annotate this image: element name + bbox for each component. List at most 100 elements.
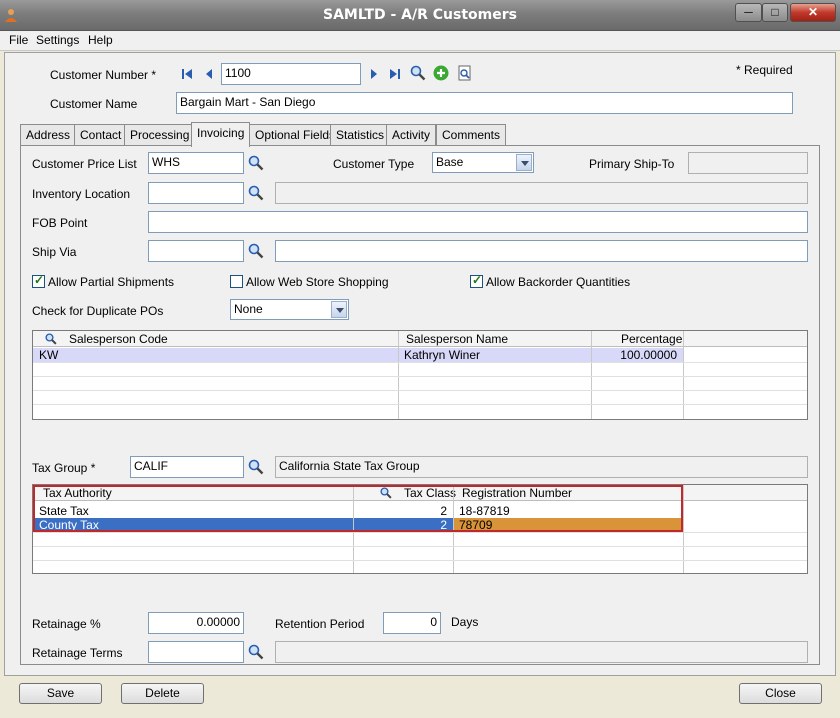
grid-rule xyxy=(33,532,807,533)
menu-file[interactable]: File xyxy=(9,33,28,47)
maximize-button[interactable]: □ xyxy=(762,3,788,22)
retainage-terms-label: Retainage Terms xyxy=(32,646,123,660)
ship-via-label: Ship Via xyxy=(32,245,77,259)
focus-outline xyxy=(33,485,683,532)
allow-partial-label: Allow Partial Shipments xyxy=(48,275,175,289)
menu-bar: File Settings Help xyxy=(0,31,840,51)
retainage-percent-label: Retainage % xyxy=(32,617,101,631)
duplicate-po-label: Check for Duplicate POs xyxy=(32,304,164,318)
tab-address[interactable]: Address xyxy=(20,124,77,146)
price-list-input[interactable]: WHS xyxy=(148,152,244,174)
retainage-terms-finder-icon[interactable] xyxy=(248,644,264,660)
salesperson-grid[interactable]: Salesperson Code Salesperson Name Percen… xyxy=(32,330,808,420)
grid-rule xyxy=(33,546,807,547)
fob-point-input[interactable] xyxy=(148,211,808,233)
customer-number-input[interactable]: 1100 xyxy=(221,63,361,85)
check-icon: ✓ xyxy=(472,273,483,287)
primary-ship-to-field xyxy=(688,152,808,174)
tab-comments[interactable]: Comments xyxy=(436,124,507,146)
previous-record-icon[interactable] xyxy=(203,68,215,80)
minimize-button[interactable]: ─ xyxy=(735,3,762,22)
next-record-icon[interactable] xyxy=(368,68,380,80)
row-highlight xyxy=(33,348,683,362)
customer-name-input[interactable]: Bargain Mart - San Diego xyxy=(176,92,793,114)
allow-backorder-label: Allow Backorder Quantities xyxy=(486,275,631,289)
delete-button[interactable]: Delete xyxy=(121,683,204,704)
retainage-percent-input[interactable]: 0.00000 xyxy=(148,612,244,634)
tax-authority-grid[interactable]: Tax Authority Tax Class Registration Num… xyxy=(32,484,808,574)
ship-via-input[interactable] xyxy=(148,240,244,262)
grid-rule xyxy=(33,404,807,405)
zoom-document-icon[interactable] xyxy=(457,65,473,81)
allow-backorder-checkbox[interactable]: ✓ xyxy=(470,273,483,288)
customer-type-select[interactable]: Base xyxy=(432,152,534,173)
column-percentage[interactable]: Percentage xyxy=(621,332,682,346)
tab-statistics[interactable]: Statistics xyxy=(330,124,391,146)
tab-activity[interactable]: Activity xyxy=(386,124,437,146)
tax-group-label: Tax Group * xyxy=(32,461,96,475)
retainage-terms-description xyxy=(275,641,808,663)
required-note: * Required xyxy=(736,63,793,77)
price-list-finder-icon[interactable] xyxy=(248,155,264,171)
close-window-button[interactable]: ✕ xyxy=(790,3,836,22)
tab-contact[interactable]: Contact xyxy=(74,124,128,146)
grid-divider xyxy=(591,331,592,419)
tax-group-description: California State Tax Group xyxy=(275,456,808,478)
first-record-icon[interactable] xyxy=(181,68,193,80)
grid-rule xyxy=(33,560,807,561)
close-icon: ✕ xyxy=(807,5,819,19)
salesperson-grid-header: Salesperson Code Salesperson Name Percen… xyxy=(33,331,807,347)
add-new-icon[interactable] xyxy=(433,65,449,81)
menu-help[interactable]: Help xyxy=(88,33,113,47)
location-finder-icon[interactable] xyxy=(248,185,264,201)
primary-ship-to-label: Primary Ship-To xyxy=(589,157,675,171)
column-salesperson-code[interactable]: Salesperson Code xyxy=(69,332,168,346)
retainage-terms-input[interactable] xyxy=(148,641,244,663)
search-icon[interactable] xyxy=(45,333,57,345)
last-record-icon[interactable] xyxy=(389,68,401,80)
inventory-location-label: Inventory Location xyxy=(32,187,131,201)
tab-invoicing[interactable]: Invoicing xyxy=(191,122,251,147)
table-row[interactable]: KW Kathryn Winer 100.00000 xyxy=(33,348,807,362)
check-icon: ✓ xyxy=(34,273,45,287)
chevron-down-icon xyxy=(516,154,532,171)
salesperson-name-cell: Kathryn Winer xyxy=(404,348,481,362)
tab-optional-fields[interactable]: Optional Fields xyxy=(249,124,342,146)
grid-rule xyxy=(33,390,807,391)
duplicate-po-select[interactable]: None xyxy=(230,299,349,320)
allow-web-checkbox[interactable] xyxy=(230,275,243,288)
grid-divider xyxy=(398,331,399,419)
maximize-icon: □ xyxy=(771,5,779,19)
retention-period-input[interactable]: 0 xyxy=(383,612,441,634)
grid-rule xyxy=(33,362,807,363)
customer-name-label: Customer Name xyxy=(50,97,138,111)
inventory-location-input[interactable] xyxy=(148,182,244,204)
column-salesperson-name[interactable]: Salesperson Name xyxy=(406,332,508,346)
window-title: SAMLTD - A/R Customers xyxy=(323,7,517,23)
grid-rule xyxy=(33,376,807,377)
tab-processing[interactable]: Processing xyxy=(124,124,196,146)
allow-web-label: Allow Web Store Shopping xyxy=(246,275,389,289)
ship-via-finder-icon[interactable] xyxy=(248,243,264,259)
inventory-location-description xyxy=(275,182,808,204)
percentage-cell: 100.00000 xyxy=(620,348,677,362)
salesperson-code-cell: KW xyxy=(39,348,59,362)
customer-number-label: Customer Number * xyxy=(50,68,157,82)
tax-group-input[interactable]: CALIF xyxy=(130,456,244,478)
tax-group-finder-icon[interactable] xyxy=(248,459,264,475)
title-bar: SAMLTD - A/R Customers xyxy=(0,0,840,31)
menu-settings[interactable]: Settings xyxy=(36,33,79,47)
retention-period-unit: Days xyxy=(451,615,479,629)
chevron-down-icon xyxy=(331,301,347,318)
close-button[interactable]: Close xyxy=(739,683,822,704)
search-icon[interactable] xyxy=(410,65,426,81)
retention-period-label: Retention Period xyxy=(275,617,365,631)
price-list-label: Customer Price List xyxy=(32,157,137,171)
grid-divider xyxy=(683,331,684,419)
customer-type-label: Customer Type xyxy=(333,157,415,171)
save-button[interactable]: Save xyxy=(19,683,102,704)
minimize-icon: ─ xyxy=(744,5,753,19)
ship-via-description[interactable] xyxy=(275,240,808,262)
allow-partial-checkbox[interactable]: ✓ xyxy=(32,273,45,288)
fob-point-label: FOB Point xyxy=(32,216,88,230)
